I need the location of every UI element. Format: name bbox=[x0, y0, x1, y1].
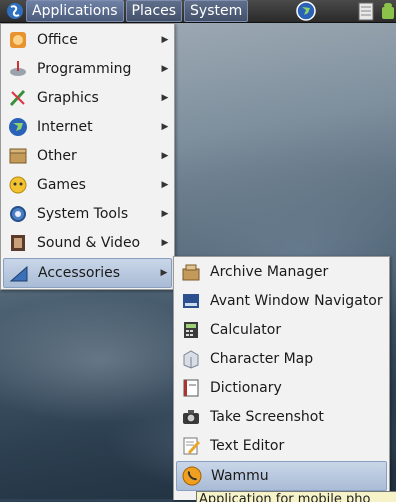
menu-item-label: Graphics bbox=[37, 90, 99, 106]
menu-item-label: Wammu bbox=[211, 468, 269, 484]
menu-item-graphics[interactable]: Graphics ▶ bbox=[3, 84, 172, 112]
submenu-arrow-icon: ▶ bbox=[161, 64, 169, 74]
accessories-submenu: Archive Manager Avant Window Navigator C… bbox=[173, 256, 390, 500]
archive-manager-icon bbox=[180, 261, 202, 283]
avant-window-navigator-icon bbox=[180, 290, 202, 312]
menu-item-label: Character Map bbox=[210, 351, 314, 367]
system-tools-icon bbox=[7, 203, 29, 225]
menu-item-label: Sound & Video bbox=[37, 235, 141, 251]
menu-item-label: Programming bbox=[37, 61, 132, 77]
submenu-arrow-icon: ▶ bbox=[161, 180, 169, 190]
menu-item-label: Avant Window Navigator bbox=[210, 293, 383, 309]
menu-item-dictionary[interactable]: Dictionary bbox=[176, 374, 387, 402]
menu-item-other[interactable]: Other ▶ bbox=[3, 142, 172, 170]
applications-menu: Office ▶ Programming ▶ Graphics ▶ Intern… bbox=[0, 23, 175, 290]
menu-item-label: Games bbox=[37, 177, 86, 193]
menu-item-internet[interactable]: Internet ▶ bbox=[3, 113, 172, 141]
programming-icon bbox=[7, 58, 29, 80]
menu-item-take-screenshot[interactable]: Take Screenshot bbox=[176, 403, 387, 431]
calculator-icon bbox=[180, 319, 202, 341]
text-editor-launcher-icon[interactable] bbox=[356, 1, 376, 21]
camera-icon bbox=[180, 406, 202, 428]
games-icon bbox=[7, 174, 29, 196]
web-browser-launcher-icon[interactable] bbox=[296, 1, 316, 21]
menu-item-label: Archive Manager bbox=[210, 264, 329, 280]
submenu-arrow-icon: ▶ bbox=[161, 35, 169, 45]
accessories-icon bbox=[8, 262, 30, 284]
menu-item-label: Dictionary bbox=[210, 380, 282, 396]
menu-item-system-tools[interactable]: System Tools ▶ bbox=[3, 200, 172, 228]
submenu-arrow-icon: ▶ bbox=[161, 93, 169, 103]
menu-item-office[interactable]: Office ▶ bbox=[3, 26, 172, 54]
menu-item-label: Internet bbox=[37, 119, 93, 135]
submenu-arrow-icon: ▶ bbox=[161, 238, 169, 248]
submenu-arrow-icon: ▶ bbox=[161, 209, 169, 219]
menu-item-label: Accessories bbox=[38, 265, 121, 281]
menu-item-text-editor[interactable]: Text Editor bbox=[176, 432, 387, 460]
menu-item-label: Office bbox=[37, 32, 78, 48]
submenu-arrow-icon: ▶ bbox=[160, 268, 168, 278]
top-panel: Applications Places System bbox=[0, 0, 396, 23]
ubuntu-logo-icon[interactable] bbox=[4, 0, 26, 22]
menu-item-sound-video[interactable]: Sound & Video ▶ bbox=[3, 229, 172, 257]
character-map-icon bbox=[180, 348, 202, 370]
dictionary-icon bbox=[180, 377, 202, 399]
tooltip: Application for mobile pho bbox=[196, 491, 396, 502]
other-icon bbox=[7, 145, 29, 167]
menu-item-games[interactable]: Games ▶ bbox=[3, 171, 172, 199]
applications-menu-button[interactable]: Applications bbox=[26, 0, 124, 22]
submenu-arrow-icon: ▶ bbox=[161, 122, 169, 132]
menu-item-label: Other bbox=[37, 148, 77, 164]
text-editor-icon bbox=[180, 435, 202, 457]
office-icon bbox=[7, 29, 29, 51]
menu-item-avant-window-navigator[interactable]: Avant Window Navigator bbox=[176, 287, 387, 315]
phone-icon bbox=[181, 465, 203, 487]
submenu-arrow-icon: ▶ bbox=[161, 151, 169, 161]
menu-item-character-map[interactable]: Character Map bbox=[176, 345, 387, 373]
menu-item-label: Calculator bbox=[210, 322, 282, 338]
android-launcher-icon[interactable] bbox=[380, 1, 396, 21]
menu-item-programming[interactable]: Programming ▶ bbox=[3, 55, 172, 83]
internet-icon bbox=[7, 116, 29, 138]
menu-item-label: Text Editor bbox=[210, 438, 285, 454]
graphics-icon bbox=[7, 87, 29, 109]
menu-item-label: System Tools bbox=[37, 206, 129, 222]
sound-video-icon bbox=[7, 232, 29, 254]
system-menu-button[interactable]: System bbox=[184, 0, 249, 22]
menu-item-calculator[interactable]: Calculator bbox=[176, 316, 387, 344]
places-menu-button[interactable]: Places bbox=[125, 0, 183, 22]
menu-item-archive-manager[interactable]: Archive Manager bbox=[176, 258, 387, 286]
menu-item-accessories[interactable]: Accessories ▶ bbox=[3, 258, 172, 288]
menu-item-wammu[interactable]: Wammu bbox=[176, 461, 387, 491]
menu-item-label: Take Screenshot bbox=[210, 409, 324, 425]
